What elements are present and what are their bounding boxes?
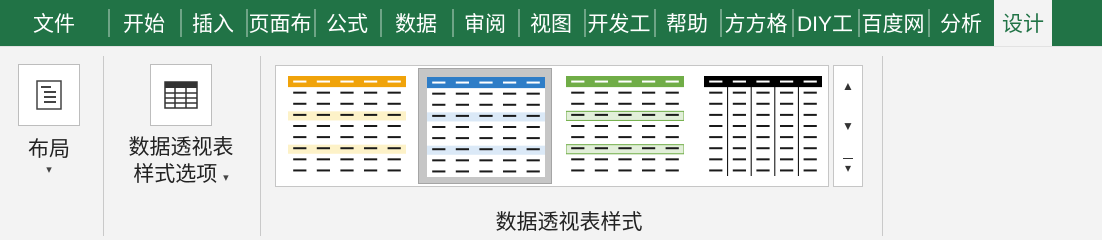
pivot-style-options-label-line1: 数据透视表: [128, 136, 234, 159]
tab-formulas[interactable]: 公式: [314, 0, 380, 46]
gallery-more-button[interactable]: ▾: [834, 146, 862, 186]
tab-insert[interactable]: 插入: [180, 0, 246, 46]
tab-help[interactable]: 帮助: [654, 0, 720, 46]
group-separator: [103, 56, 104, 236]
chevron-down-icon: ▾: [46, 164, 52, 176]
tab-layout[interactable]: 页面布: [246, 0, 314, 46]
tab-view[interactable]: 视图: [518, 0, 584, 46]
tab-diy[interactable]: DIY工: [792, 0, 858, 46]
more-icon: ▾: [844, 160, 852, 175]
gallery-scroller: ▲ ▼ ▾: [833, 65, 863, 187]
tab-design[interactable]: 设计: [994, 0, 1052, 46]
group-separator: [882, 56, 883, 236]
tab-review[interactable]: 审阅: [452, 0, 518, 46]
pivot-style-options-label-line2: 样式选项 ▾: [133, 161, 228, 192]
style-preview-icon: [288, 76, 406, 176]
layout-button-label: 布局: [28, 138, 70, 161]
report-layout-icon: [18, 64, 80, 126]
tab-data[interactable]: 数据: [380, 0, 452, 46]
gallery-scroll-down-button[interactable]: ▼: [834, 106, 862, 146]
ribbon-tab-bar: 文件 开始 插入 页面布 公式 数据 审阅 视图 开发工 帮助 方方格 DIY工 百度网 分析 设计: [0, 0, 1102, 46]
chevron-down-icon: ▾: [223, 172, 229, 184]
pivot-style-orange-light[interactable]: [280, 68, 414, 184]
arrow-up-icon: ▲: [842, 79, 854, 93]
arrow-down-icon: ▼: [842, 119, 854, 133]
style-preview-icon: [566, 76, 684, 176]
tab-fangfang[interactable]: 方方格: [720, 0, 792, 46]
pivot-style-blue-light[interactable]: [418, 68, 552, 184]
pivot-style-green-light[interactable]: [558, 68, 692, 184]
group-separator: [260, 56, 261, 236]
tab-file[interactable]: 文件: [0, 0, 108, 46]
style-preview-icon: [704, 76, 822, 176]
pivot-style-black-medium[interactable]: [696, 68, 830, 184]
pivot-style-options-label-text: 样式选项: [133, 163, 218, 186]
more-bar: [843, 157, 853, 159]
gallery-scroll-up-button[interactable]: ▲: [834, 66, 862, 106]
pivot-style-gallery: [275, 65, 829, 187]
tab-home[interactable]: 开始: [108, 0, 180, 46]
style-preview-icon: [427, 77, 545, 177]
pivot-style-options-button[interactable]: 数据透视表 样式选项 ▾: [118, 64, 244, 192]
pivot-styles-group-label: 数据透视表样式: [495, 211, 643, 234]
layout-button[interactable]: 布局 ▾: [18, 64, 80, 176]
tab-baidu[interactable]: 百度网: [858, 0, 928, 46]
tab-developer[interactable]: 开发工: [584, 0, 654, 46]
table-grid-icon: [150, 64, 212, 126]
tab-analyze[interactable]: 分析: [928, 0, 994, 46]
